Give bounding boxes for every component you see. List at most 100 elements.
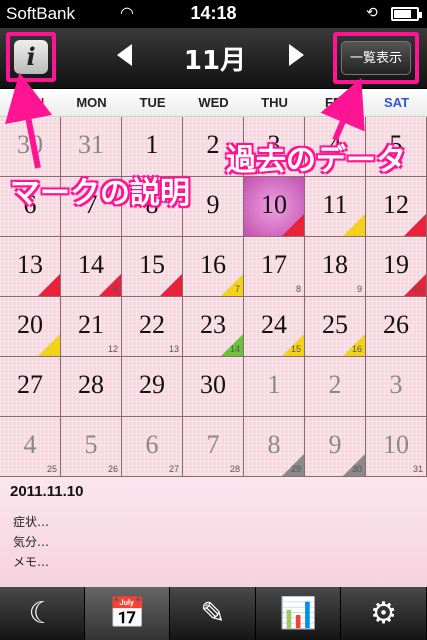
calendar-day-cell[interactable]: 18 9 — [305, 237, 366, 297]
calendar-day-cell[interactable]: 27 — [0, 357, 61, 417]
cycle-day-number: 31 — [412, 464, 423, 474]
calendar-day-cell[interactable]: 14 6 — [61, 237, 122, 297]
day-number: 1 — [267, 370, 281, 399]
calendar-day-cell[interactable]: 28 — [61, 357, 122, 417]
tab-calendar[interactable]: 📅 — [85, 587, 171, 640]
weekday-thu: THU — [261, 95, 288, 110]
next-month-button[interactable] — [289, 44, 304, 66]
day-number: 26 — [383, 310, 409, 339]
day-number: 28 — [78, 370, 104, 399]
navigation-bar: i 11月 一覧表示 — [0, 28, 427, 89]
cycle-day-number: 26 — [107, 464, 118, 474]
calendar-day-cell[interactable]: 16 7 — [183, 237, 244, 297]
status-mark-yellow — [343, 214, 365, 236]
cycle-day-number: 16 — [351, 344, 362, 354]
status-mark-red — [404, 214, 426, 236]
calendar-day-cell[interactable]: 10 — [244, 177, 305, 237]
day-number: 4 — [23, 430, 37, 459]
day-number: 3 — [389, 370, 403, 399]
cycle-day-number: 7 — [234, 284, 240, 294]
cycle-day-number: 15 — [290, 344, 301, 354]
bar-chart-icon: 📊 — [279, 596, 317, 631]
status-mark-red — [160, 274, 182, 296]
day-number: 27 — [17, 370, 43, 399]
calendar-day-cell[interactable]: 6 27 — [122, 417, 183, 477]
cycle-day-number: 14 — [229, 344, 240, 354]
tab-bar-chart[interactable]: 📊 — [256, 587, 342, 640]
day-number: 7 — [206, 430, 220, 459]
day-number: 29 — [139, 370, 165, 399]
annotation-box-list — [333, 32, 419, 84]
status-mark-red — [38, 274, 60, 296]
day-number: 2 — [328, 370, 342, 399]
calendar-day-cell[interactable]: 21 12 — [61, 297, 122, 357]
weekday-fri: FRI — [325, 95, 346, 110]
tab-settings-plant[interactable]: ⚙ — [342, 587, 427, 640]
cycle-day-number: 30 — [351, 464, 362, 474]
calendar-day-cell[interactable]: 4 25 — [0, 417, 61, 477]
calendar-day-cell[interactable]: 19 10 — [366, 237, 427, 297]
day-number: 18 — [322, 250, 348, 279]
cycle-day-number: 28 — [229, 464, 240, 474]
day-number: 31 — [78, 130, 104, 159]
calendar-day-cell[interactable]: 5 26 — [61, 417, 122, 477]
day-number: 22 — [139, 310, 165, 339]
calendar-day-cell[interactable]: 13 — [0, 237, 61, 297]
calendar-day-cell[interactable]: 12 — [366, 177, 427, 237]
calendar-day-cell[interactable]: 7 28 — [183, 417, 244, 477]
status-mark-yellow — [38, 334, 60, 356]
tab-moon-star[interactable]: ☾ — [0, 587, 85, 640]
day-number: 30 — [17, 130, 43, 159]
calendar-day-cell[interactable]: 20 — [0, 297, 61, 357]
calendar-day-cell[interactable]: 9 30 — [305, 417, 366, 477]
calendar-day-cell[interactable]: 8 29 — [244, 417, 305, 477]
weekday-wed: WED — [198, 95, 229, 110]
calendar-day-cell[interactable]: 25 16 — [305, 297, 366, 357]
cycle-day-number: 9 — [356, 284, 362, 294]
calendar-day-cell[interactable]: 1 — [244, 357, 305, 417]
status-bar: SoftBank ◠ 14:18 ⟲ — [0, 0, 427, 28]
calendar-day-cell[interactable]: 3 — [366, 357, 427, 417]
day-detail-panel[interactable]: 2011.11.10 症状… 気分… メモ… — [0, 477, 427, 587]
calendar-day-cell[interactable]: 30 — [183, 357, 244, 417]
day-number: 5 — [84, 430, 98, 459]
callout-past-data: 過去のデータ — [226, 143, 406, 178]
calendar-day-cell[interactable]: 26 — [366, 297, 427, 357]
calendar-day-cell[interactable]: 9 — [183, 177, 244, 237]
weekday-tue: TUE — [139, 95, 166, 110]
calendar-day-cell[interactable]: 23 14 — [183, 297, 244, 357]
calendar-day-cell[interactable]: 24 15 — [244, 297, 305, 357]
battery-icon — [391, 7, 422, 21]
tab-bar: ☾ 📅 ✎ 📊 ⚙ — [0, 587, 427, 640]
moon-star-icon: ☾ — [28, 596, 56, 631]
weekday-sat: SAT — [383, 95, 410, 110]
selected-date: 2011.11.10 — [10, 483, 84, 500]
calendar-icon: 📅 — [108, 596, 147, 631]
weekday-mon: MON — [76, 95, 107, 110]
annotation-box-info — [6, 32, 56, 82]
calendar-day-cell[interactable]: 17 8 — [244, 237, 305, 297]
callout-mark-explanation: マークの説明 — [10, 176, 190, 211]
month-title: 11月 — [183, 46, 247, 76]
cycle-day-number: 6 — [112, 284, 118, 294]
orientation-lock-icon: ⟲ — [366, 4, 378, 20]
day-number: 30 — [200, 370, 226, 399]
calendar-day-cell[interactable]: 10 31 — [366, 417, 427, 477]
day-number: 6 — [145, 430, 159, 459]
settings-plant-icon: ⚙ — [370, 596, 398, 631]
prev-month-button[interactable] — [117, 44, 132, 66]
calendar-day-cell[interactable]: 15 — [122, 237, 183, 297]
calendar-day-cell[interactable]: 11 — [305, 177, 366, 237]
calendar-day-cell[interactable]: 29 — [122, 357, 183, 417]
cycle-day-number: 27 — [168, 464, 179, 474]
symptom-label: 症状… — [13, 515, 50, 529]
cycle-day-number: 29 — [290, 464, 301, 474]
calendar-day-cell[interactable]: 2 — [305, 357, 366, 417]
cycle-day-number: 13 — [168, 344, 179, 354]
cycle-day-number: 12 — [107, 344, 118, 354]
calendar-day-cell[interactable]: 22 13 — [122, 297, 183, 357]
day-number: 9 — [206, 190, 220, 219]
day-number: 21 — [78, 310, 104, 339]
weekday-header: SUN MON TUE WED THU FRI SAT — [0, 89, 427, 117]
tab-notepad-pencil[interactable]: ✎ — [171, 587, 256, 640]
